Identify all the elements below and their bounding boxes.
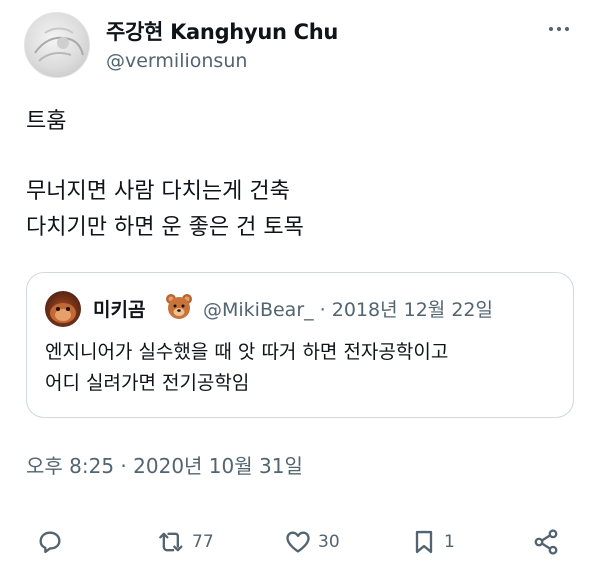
- bookmark-icon: [415, 530, 433, 554]
- quoted-author-avatar[interactable]: [45, 291, 81, 327]
- share-button[interactable]: [532, 522, 566, 562]
- retweet-button[interactable]: 77: [158, 522, 214, 562]
- author-display-name[interactable]: 주강현 Kanghyun Chu: [106, 16, 338, 46]
- quoted-author-name: 미키곰: [93, 299, 146, 321]
- more-dot: [557, 27, 561, 31]
- tweet-text: 트훔 무너지면 사람 다치는게 건축 다치기만 하면 운 좋은 건 토목: [26, 104, 304, 246]
- bookmark-count: 1: [444, 532, 455, 552]
- author-avatar[interactable]: [24, 12, 90, 78]
- tweet-line: 다치기만 하면 운 좋은 건 토목: [26, 215, 304, 240]
- like-button[interactable]: 30: [284, 522, 340, 562]
- quoted-meta: @MikiBear_ · 2018년 12월 22일: [203, 299, 493, 321]
- heart-icon: [286, 531, 310, 553]
- quoted-line: 엔지니어가 실수했을 때 앗 따거 하면 전자공학이고: [45, 341, 449, 363]
- tweet-line: 트훔: [26, 109, 67, 134]
- more-dot: [549, 27, 553, 31]
- tweet-line: 무너지면 사람 다치는게 건축: [26, 179, 290, 204]
- quoted-avatar-image: [50, 303, 76, 323]
- retweet-icon: [159, 532, 183, 552]
- author-handle[interactable]: @vermilionsun: [106, 50, 247, 72]
- bookmark-button[interactable]: 1: [410, 522, 455, 562]
- reply-button[interactable]: [36, 522, 70, 562]
- quoted-tweet[interactable]: 미키곰 @MikiBear_ · 2018년 12월 22일 엔지니어가 실수했…: [26, 272, 574, 418]
- reply-icon: [39, 531, 61, 554]
- quoted-line: 어디 실려가면 전기공학임: [45, 372, 250, 394]
- tweet-gap: [26, 140, 304, 174]
- tweet-timestamp[interactable]: 오후 8:25 · 2020년 10월 31일: [26, 450, 303, 479]
- more-dot: [565, 27, 569, 31]
- tweet-header: 주강현 Kanghyun Chu @vermilionsun: [24, 12, 576, 78]
- retweet-count: 77: [192, 532, 214, 552]
- like-count: 30: [318, 532, 340, 552]
- more-options-button[interactable]: [542, 16, 576, 42]
- share-icon: [534, 529, 558, 555]
- action-bar: 77 30 1: [30, 522, 570, 562]
- avatar-image: [34, 27, 84, 62]
- bear-face-icon: [166, 294, 192, 319]
- quoted-text: 엔지니어가 실수했을 때 앗 따거 하면 전자공학이고 어디 실려가면 전기공학…: [45, 337, 448, 399]
